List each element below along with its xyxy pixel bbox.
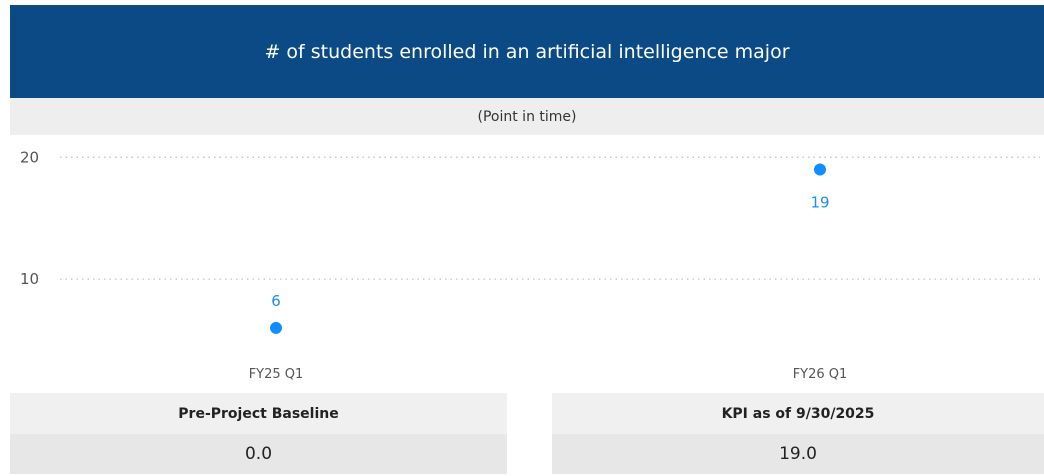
baseline-kpi-value: 0.0 xyxy=(10,434,507,474)
current-kpi-label: KPI as of 9/30/2025 xyxy=(552,393,1044,434)
y-tick-label: 20 xyxy=(20,148,39,166)
chart-subtitle: (Point in time) xyxy=(10,98,1044,135)
data-label: 6 xyxy=(271,292,281,310)
baseline-kpi-label: Pre-Project Baseline xyxy=(10,393,507,434)
y-tick-label: 10 xyxy=(20,270,39,288)
data-label: 19 xyxy=(810,193,829,211)
data-point xyxy=(270,321,282,334)
current-kpi-value: 19.0 xyxy=(552,434,1044,474)
chart-title: # of students enrolled in an artificial … xyxy=(10,5,1044,98)
x-tick-label: FY26 Q1 xyxy=(793,367,848,382)
data-point xyxy=(814,163,826,176)
x-tick-label: FY25 Q1 xyxy=(249,367,304,382)
scatter-chart: 10 20 6 FY25 Q1 19 FY26 Q1 xyxy=(20,148,1040,382)
